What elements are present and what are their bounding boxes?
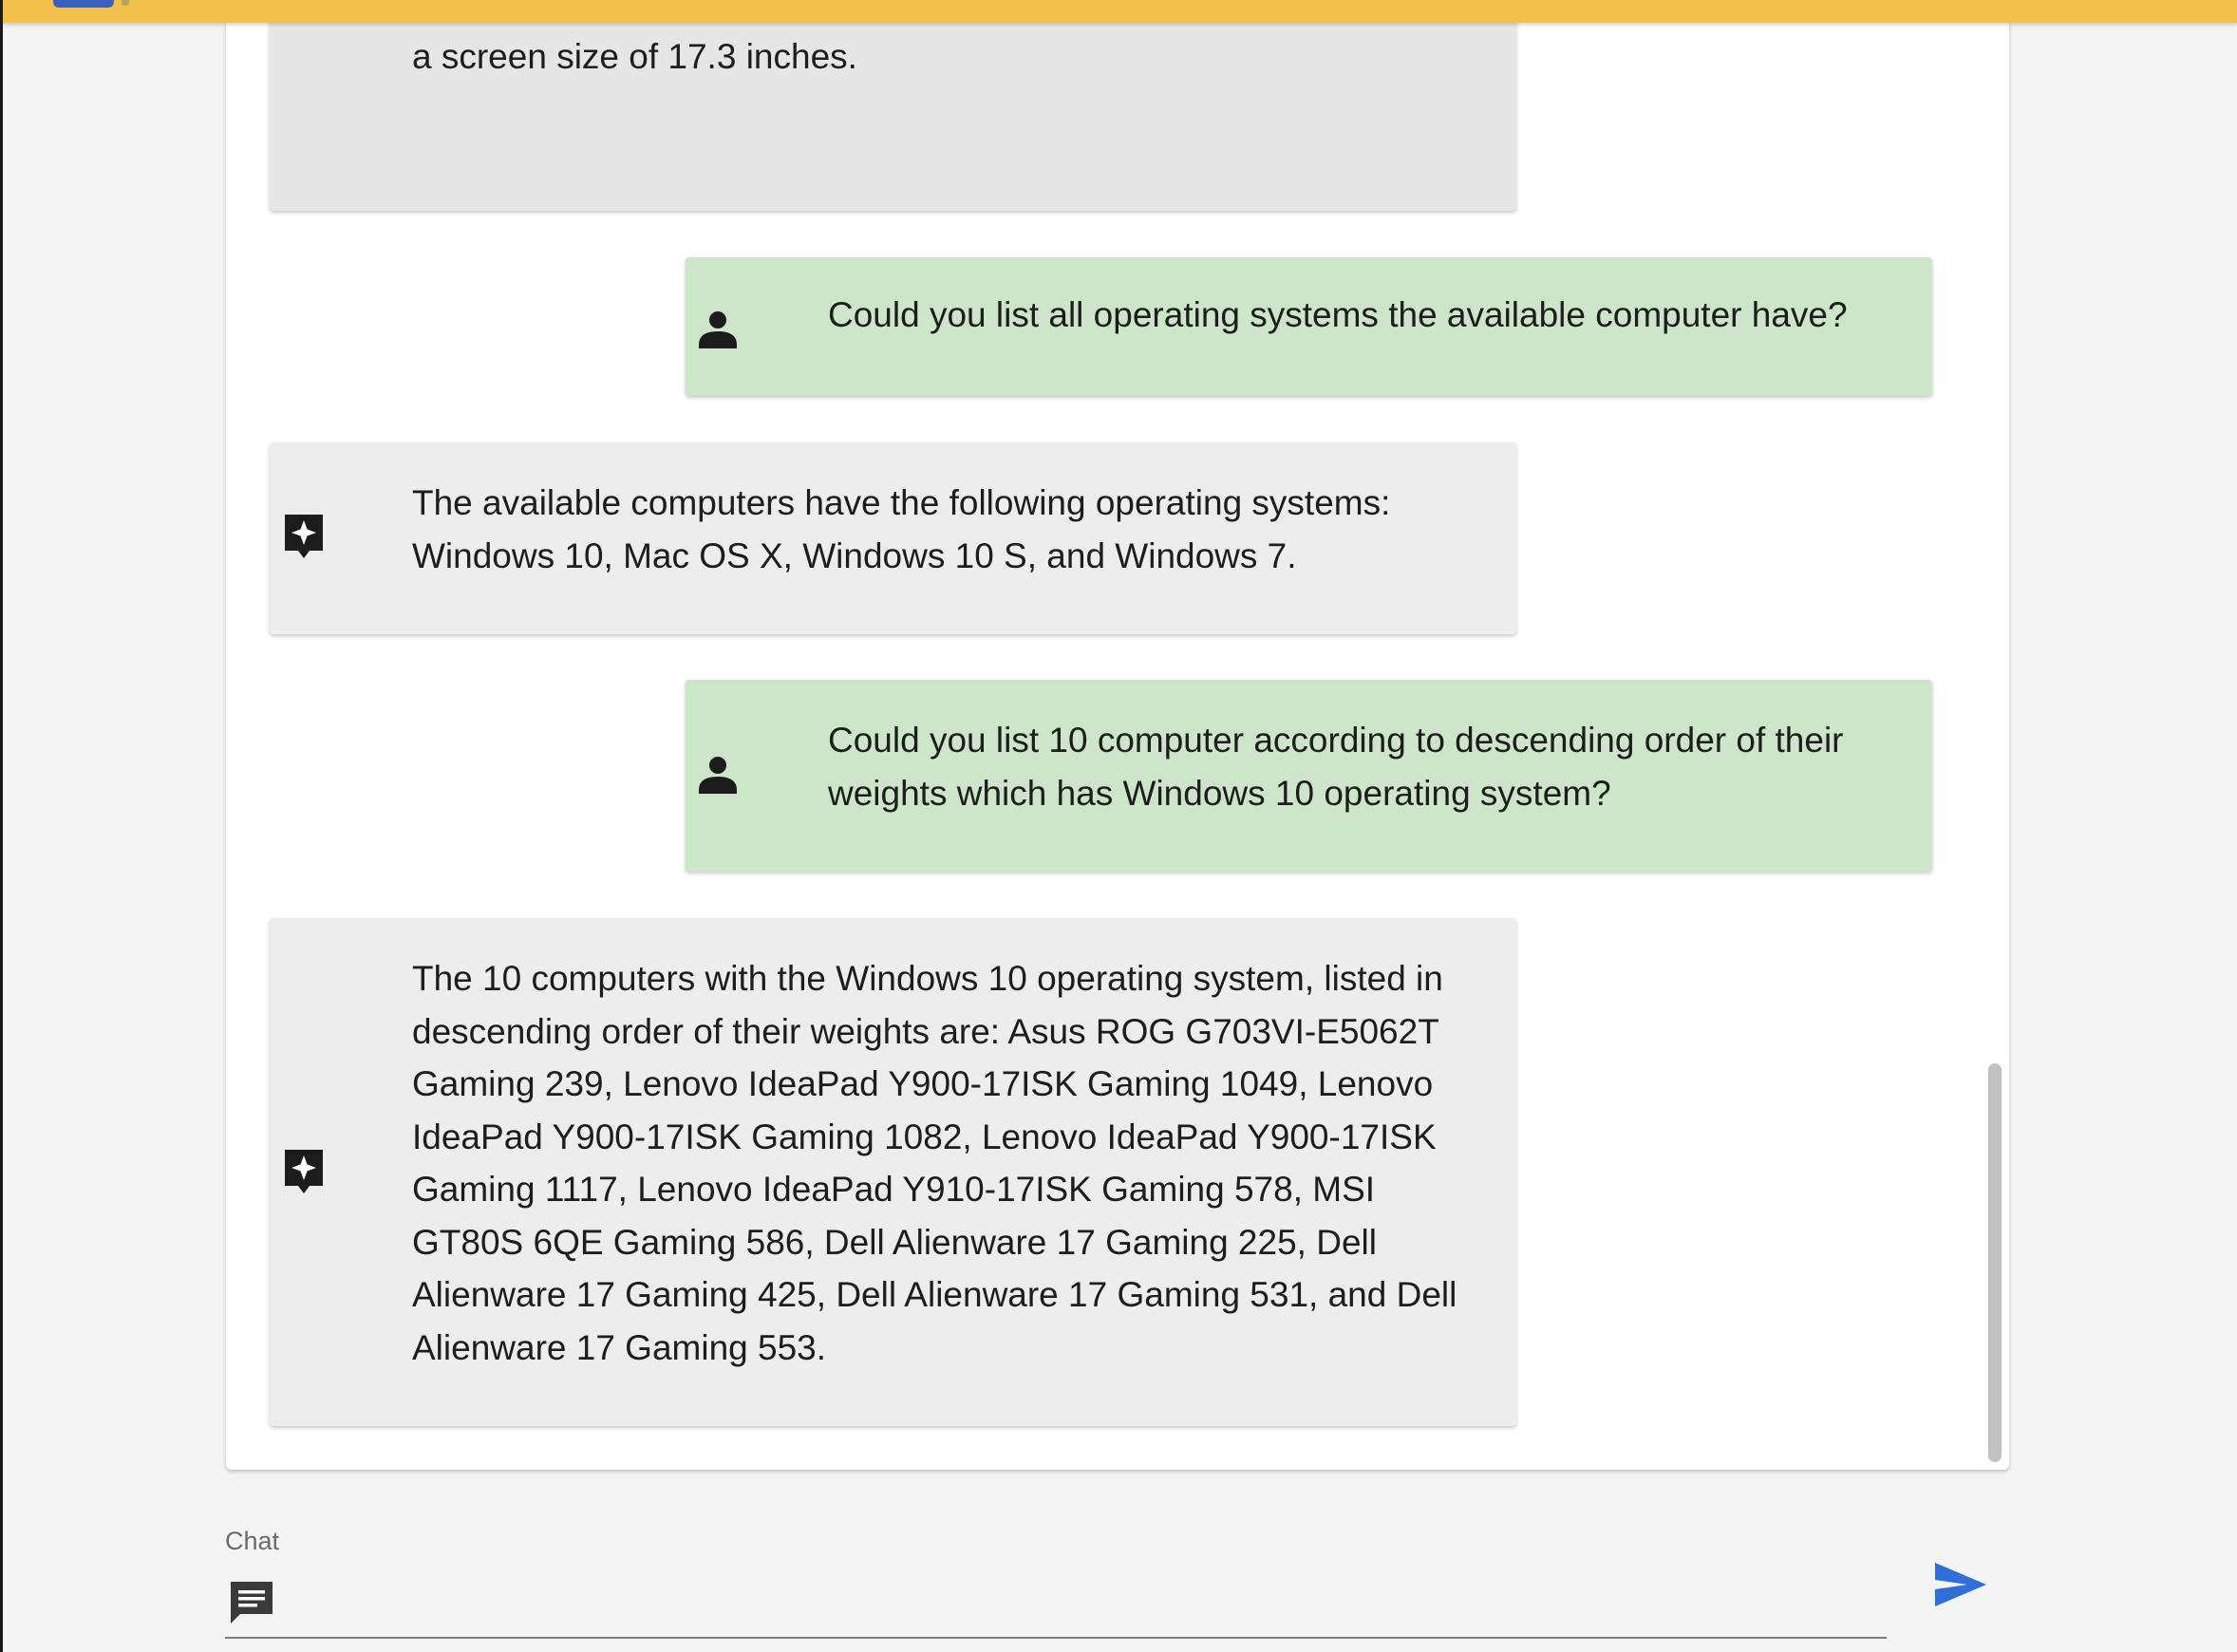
chat-input-underline: [225, 1637, 1887, 1639]
message-text: Could you list all operating systems the…: [828, 295, 1848, 334]
bot-message: screen size of 17.3 inches. 10. Asus FX7…: [270, 0, 1516, 211]
person-icon: [699, 757, 737, 794]
app-logo[interactable]: [53, 0, 114, 8]
chat-input-container: Chat: [225, 1527, 1887, 1639]
chat-scrollbar-thumb[interactable]: [1988, 1063, 2002, 1462]
logo-accent: [122, 0, 129, 6]
chat-input[interactable]: [291, 1574, 1862, 1633]
chat-bubble-icon: [231, 1582, 273, 1624]
message-text: Could you list 10 computer according to …: [828, 721, 1844, 813]
sparkle-bubble-icon: [285, 1150, 323, 1193]
chat-input-label: Chat: [225, 1527, 280, 1555]
sparkle-bubble-icon: [285, 515, 323, 558]
user-message: Could you list all operating systems the…: [686, 257, 1932, 396]
message-text: The 10 computers with the Windows 10 ope…: [412, 959, 1457, 1367]
user-message: Could you list 10 computer according to …: [686, 680, 1932, 872]
person-icon: [699, 311, 737, 348]
window-edge: [0, 0, 3, 1652]
send-icon[interactable]: [1931, 1559, 1990, 1610]
message-text: The available computers have the followi…: [412, 483, 1391, 575]
app-header: [0, 0, 2237, 23]
chat-history-panel[interactable]: screen size of 17.3 inches. 10. Asus FX7…: [226, 0, 2009, 1470]
bot-message: The available computers have the followi…: [270, 442, 1516, 634]
bot-message: The 10 computers with the Windows 10 ope…: [270, 918, 1516, 1426]
